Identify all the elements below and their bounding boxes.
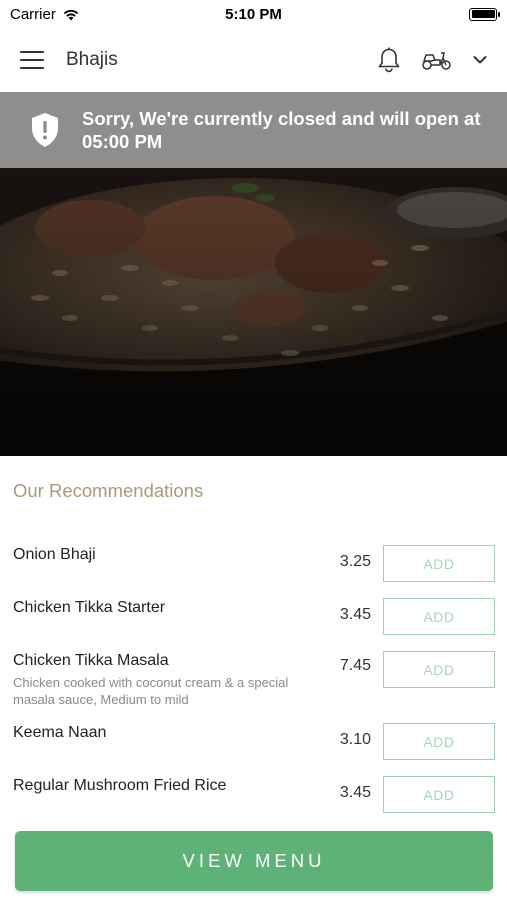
list-item: Onion Bhaji 3.25 ADD: [13, 545, 495, 582]
item-price: 7.45: [339, 657, 371, 674]
add-button[interactable]: ADD: [383, 723, 495, 760]
menu-icon[interactable]: [20, 51, 44, 69]
chevron-down-icon[interactable]: [473, 55, 487, 65]
list-item: Keema Naan 3.10 ADD: [13, 723, 495, 760]
hero-image: [0, 168, 507, 456]
list-item: Chicken Tikka Starter 3.45 ADD: [13, 598, 495, 635]
carrier-label: Carrier: [10, 5, 56, 23]
bell-icon[interactable]: [377, 47, 401, 74]
page-title: Bhajis: [66, 49, 118, 70]
header-actions: [377, 47, 487, 74]
battery-icon: [469, 7, 500, 21]
view-menu-button[interactable]: VIEW MENU: [15, 831, 493, 891]
add-button[interactable]: ADD: [383, 598, 495, 635]
item-price: 3.10: [339, 731, 371, 748]
closed-message: Sorry, We're currently closed and will o…: [82, 108, 481, 152]
item-description: Chicken cooked with coconut cream & a sp…: [13, 675, 289, 707]
item-price: 3.25: [339, 553, 371, 570]
recommendations-section: Our Recommendations Onion Bhaji 3.25 ADD…: [0, 456, 507, 826]
item-price: 3.45: [339, 784, 371, 801]
app-header: Bhajis: [0, 28, 507, 92]
status-left: Carrier: [10, 6, 80, 23]
add-button[interactable]: ADD: [383, 545, 495, 582]
wifi-icon: [63, 9, 79, 20]
closed-banner: Sorry, We're currently closed and will o…: [0, 92, 507, 168]
item-price: 3.45: [339, 606, 371, 623]
shield-alert-icon: [32, 113, 58, 147]
section-title: Our Recommendations: [13, 480, 204, 501]
list-item: Chicken Tikka Masala Chicken cooked with…: [13, 651, 495, 708]
status-bar: Carrier 5:10 PM: [0, 0, 507, 28]
add-button[interactable]: ADD: [383, 776, 495, 813]
add-button[interactable]: ADD: [383, 651, 495, 688]
list-item: Regular Mushroom Fried Rice 3.45 ADD: [13, 776, 495, 813]
scooter-icon[interactable]: [421, 49, 453, 71]
